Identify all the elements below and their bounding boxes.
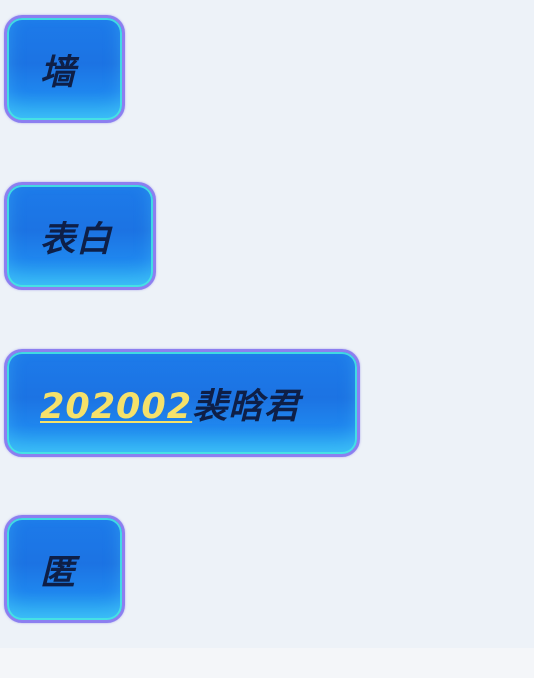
tag-person-number[interactable]: 202002 bbox=[40, 387, 192, 427]
tag-confession-button[interactable]: 表白 bbox=[4, 182, 156, 290]
tag-anonymous-label: 匿 bbox=[40, 552, 77, 593]
tag-wall-button[interactable]: 墙 bbox=[4, 15, 125, 123]
tag-person-name: 裴晗君 bbox=[192, 386, 301, 427]
tag-confession-label: 表白 bbox=[40, 219, 113, 260]
tag-person-label: 202002裴晗君 bbox=[40, 378, 300, 429]
tag-anonymous-button[interactable]: 匿 bbox=[4, 515, 125, 623]
tag-wall-label: 墙 bbox=[40, 52, 77, 93]
tag-canvas: 墙 表白 202002裴晗君 匿 bbox=[0, 0, 534, 648]
tag-person-button[interactable]: 202002裴晗君 bbox=[4, 349, 360, 457]
